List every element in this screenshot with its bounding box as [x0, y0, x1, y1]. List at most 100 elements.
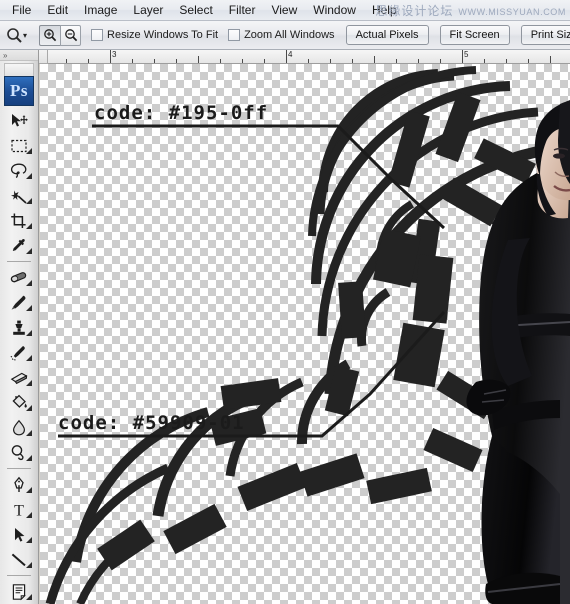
actual-pixels-button[interactable]: Actual Pixels — [346, 25, 429, 45]
path-selection-tool[interactable] — [0, 522, 38, 547]
flyout-triangle-crop[interactable] — [26, 223, 32, 229]
document-canvas[interactable]: code: #195-0ff code: #59909-01 — [40, 64, 570, 604]
checkbox-box-zoomall[interactable] — [228, 29, 240, 41]
ruler-label-4: 4 — [288, 50, 292, 59]
ruler-tick-minor — [506, 59, 507, 63]
ruler-tick-minor — [396, 59, 397, 63]
ruler-tick-minor — [440, 59, 441, 63]
paint-bucket-tool[interactable] — [0, 390, 38, 415]
watermark: 思缘设计论坛 WWW.MISSYUAN.COM — [375, 2, 566, 19]
watermark-chinese: 思缘设计论坛 — [375, 2, 453, 19]
ruler-tick-minor — [374, 56, 375, 63]
horizontal-ruler[interactable]: 3 4 5 — [48, 50, 570, 64]
photoshop-window: File Edit Image Layer Select Filter View… — [0, 0, 570, 604]
resize-windows-to-fit-label: Resize Windows To Fit — [107, 29, 218, 41]
flyout-triangle-path[interactable] — [26, 537, 32, 543]
menu-bar: File Edit Image Layer Select Filter View… — [0, 0, 570, 21]
ruler-corner — [39, 50, 48, 64]
zoom-out-icon[interactable] — [60, 25, 81, 46]
zoom-all-windows-checkbox[interactable]: Zoom All Windows — [228, 29, 334, 41]
ruler-label-3: 3 — [112, 50, 116, 59]
flyout-triangle-clone[interactable] — [26, 330, 32, 336]
ruler-tick-minor — [484, 59, 485, 63]
ruler-tick-minor — [154, 59, 155, 63]
line-tool[interactable] — [0, 547, 38, 572]
flyout-triangle-line[interactable] — [26, 562, 32, 568]
flyout-triangle-dodge[interactable] — [26, 455, 32, 461]
toolbox-title-bar — [4, 63, 34, 76]
move-tool[interactable] — [0, 108, 38, 133]
ruler-tick-minor — [220, 59, 221, 63]
flyout-triangle-pen[interactable] — [26, 487, 32, 493]
flyout-triangle-marquee[interactable] — [26, 148, 32, 154]
menu-filter[interactable]: Filter — [222, 2, 263, 19]
clone-stamp-tool[interactable] — [0, 315, 38, 340]
flyout-triangle-blur[interactable] — [26, 430, 32, 436]
ruler-tick-minor — [528, 59, 529, 63]
ruler-tick-minor — [132, 59, 133, 63]
menu-image[interactable]: Image — [77, 2, 124, 19]
lasso-tool[interactable] — [0, 158, 38, 183]
flyout-triangle-bucket[interactable] — [26, 405, 32, 411]
ruler-tick-minor — [242, 59, 243, 63]
toolbox-collapse-handle[interactable]: » — [0, 50, 38, 61]
ruler-tick-minor — [550, 56, 551, 63]
ruler-tick-major — [286, 50, 287, 63]
menu-file[interactable]: File — [5, 2, 38, 19]
menu-view[interactable]: View — [264, 2, 304, 19]
flyout-triangle-eraser[interactable] — [26, 380, 32, 386]
zoom-in-icon[interactable] — [39, 25, 60, 46]
flyout-triangle-history[interactable] — [26, 355, 32, 361]
code-label-top: code: #195-0ff — [94, 102, 268, 124]
notes-tool[interactable] — [0, 579, 38, 604]
pen-tool[interactable] — [0, 472, 38, 497]
brush-tool[interactable] — [0, 290, 38, 315]
ruler-tick-minor — [308, 59, 309, 63]
menu-edit[interactable]: Edit — [40, 2, 75, 19]
tool-list: T — [0, 106, 38, 604]
code-label-bottom: code: #59909-01 — [58, 412, 245, 434]
eyedropper-tool[interactable] — [0, 233, 38, 258]
toolbox-panel: » Ps — [0, 50, 39, 604]
flyout-triangle-healing[interactable] — [26, 280, 32, 286]
toolbox-divider-1 — [7, 261, 31, 262]
options-bar: ▾ Resize Windows To Fit — [0, 21, 570, 50]
dodge-tool[interactable] — [0, 440, 38, 465]
ruler-tick-major — [462, 50, 463, 63]
type-tool[interactable]: T — [0, 497, 38, 522]
menu-select[interactable]: Select — [172, 2, 219, 19]
artwork-layer — [40, 64, 570, 604]
healing-brush-tool[interactable] — [0, 265, 38, 290]
flyout-triangle-type[interactable] — [26, 512, 32, 518]
checkbox-box-resize[interactable] — [91, 29, 103, 41]
crop-tool[interactable] — [0, 208, 38, 233]
flyout-triangle-lasso[interactable] — [26, 173, 32, 179]
magic-wand-tool[interactable] — [0, 183, 38, 208]
ruler-tick-minor — [264, 59, 265, 63]
resize-windows-to-fit-checkbox[interactable]: Resize Windows To Fit — [91, 29, 218, 41]
ruler-tick-minor — [352, 59, 353, 63]
eraser-tool[interactable] — [0, 365, 38, 390]
toolbox-divider-3 — [7, 575, 31, 576]
fit-screen-button[interactable]: Fit Screen — [440, 25, 510, 45]
menu-layer[interactable]: Layer — [126, 2, 170, 19]
flyout-triangle-notes[interactable] — [26, 594, 32, 600]
zoom-icon[interactable] — [6, 24, 23, 46]
flyout-triangle-eyedropper[interactable] — [26, 248, 32, 254]
toolbox-divider-2 — [7, 468, 31, 469]
ruler-tick-minor — [66, 59, 67, 63]
zoom-all-windows-label: Zoom All Windows — [244, 29, 334, 41]
ruler-tick-major — [110, 50, 111, 63]
history-brush-tool[interactable] — [0, 340, 38, 365]
menu-window[interactable]: Window — [306, 2, 363, 19]
flyout-triangle-wand[interactable] — [26, 198, 32, 204]
rectangular-marquee-tool[interactable] — [0, 133, 38, 158]
svg-text:T: T — [14, 502, 24, 519]
tool-preset-caret[interactable]: ▾ — [23, 24, 27, 46]
flyout-triangle-brush[interactable] — [26, 305, 32, 311]
watermark-url: WWW.MISSYUAN.COM — [458, 7, 566, 17]
ruler-label-5: 5 — [464, 50, 468, 59]
print-size-button[interactable]: Print Size — [521, 25, 570, 45]
blur-tool[interactable] — [0, 415, 38, 440]
ruler-tick-minor — [88, 59, 89, 63]
